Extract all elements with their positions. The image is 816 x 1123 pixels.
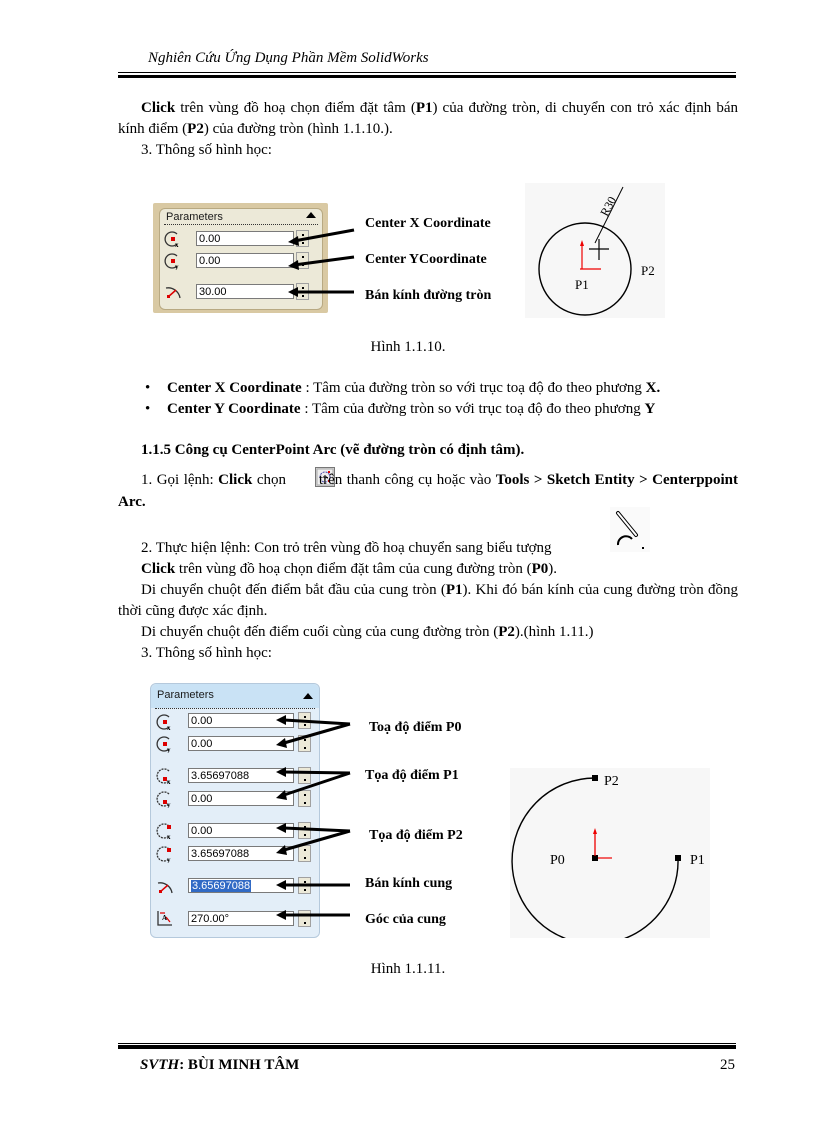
bold-click: Click	[141, 100, 176, 116]
endpoint-p1	[675, 855, 681, 861]
arrow-center-x	[293, 228, 355, 243]
bold-click: Click	[218, 472, 253, 488]
text: ).	[548, 561, 557, 577]
bold-p0: P0	[531, 561, 549, 577]
center-y-icon: y	[156, 736, 171, 753]
bold-p1: P1	[415, 100, 433, 116]
bullet-term: Center X Coordinate	[167, 380, 302, 396]
footer-author: SVTH: BÙI MINH TÂM	[140, 1057, 299, 1074]
text: trên thanh công cụ hoặc vào	[314, 472, 496, 488]
svg-text:x: x	[167, 833, 171, 840]
label-p1: P1	[690, 853, 705, 868]
start-y-icon: y	[156, 791, 171, 808]
label-p2: P2	[604, 774, 619, 789]
label-arc-radius: Bán kính cung	[365, 876, 453, 891]
center-y-icon: y	[164, 253, 179, 270]
svg-text:y: y	[175, 263, 179, 270]
bullet-text: : Tâm của đường tròn so với trục toạ độ …	[300, 401, 645, 417]
text: ) của đường tròn (hình 1.1.10.).	[203, 121, 393, 137]
bold-click: Click	[141, 561, 176, 577]
svg-text:y: y	[167, 856, 171, 863]
bullet-text: : Tâm của đường tròn so với trục toạ độ …	[301, 380, 646, 396]
bullet-item: Center X Coordinate : Tâm của đường tròn…	[145, 378, 745, 399]
geometry-heading-2: 3. Thông số hình học:	[141, 645, 272, 661]
bold-p1: P1	[445, 582, 463, 598]
bullet-axis: Y	[644, 401, 656, 417]
figure-caption-1-1-11: Hình 1.1.11.	[370, 961, 446, 977]
start-x-icon: x	[156, 768, 171, 785]
label-center-x: Center X Coordinate	[365, 216, 491, 231]
text: trên vùng đồ hoạ chọn điểm đặt tâm của c…	[175, 561, 532, 577]
svg-text:x: x	[175, 241, 179, 248]
pointer-arrows-fig1	[288, 228, 355, 297]
bullet-item: Center Y Coordinate : Tâm của đường tròn…	[145, 399, 745, 420]
centerpoint-arc-tool-button[interactable]	[292, 467, 336, 487]
text: chọn	[252, 472, 291, 488]
paragraph-click-circle: Click trên vùng đồ hoạ chọn điểm đặt tâm…	[118, 98, 738, 140]
text: Di chuyển chuột đến điểm bắt đầu của cun…	[141, 582, 446, 598]
circle-sketch: R30 P1 P2	[525, 183, 665, 318]
svg-text:y: y	[167, 746, 171, 753]
arc-sketch: P0 P1 P2	[510, 768, 710, 938]
label-p0-coords: Toạ độ điểm P0	[369, 720, 462, 735]
text: trên vùng đồ hoạ chọn điểm đặt tâm (	[175, 100, 416, 116]
step2-text: 2. Thực hiện lệnh: Con trỏ trên vùng đồ …	[141, 540, 552, 556]
text: ).(hình 1.11.)	[514, 624, 594, 640]
page-number: 25	[720, 1057, 735, 1073]
svg-text:x: x	[167, 778, 171, 785]
end-y-icon: y	[156, 846, 171, 863]
svth-label: SVTH	[140, 1057, 180, 1073]
text: Di chuyển chuột đến điểm cuối cùng của c…	[141, 624, 499, 640]
arrowhead	[288, 260, 299, 270]
bullet-term: Center Y Coordinate	[167, 401, 301, 417]
panel-title: Parameters	[166, 211, 223, 223]
bullet-list: Center X Coordinate : Tâm của đường tròn…	[145, 378, 745, 420]
bold-p2: P2	[187, 121, 204, 137]
svg-text:x: x	[167, 724, 171, 731]
center-x-icon: x	[164, 231, 179, 248]
step3-paragraph: Di chuyển chuột đến điểm bắt đầu của cun…	[118, 580, 738, 622]
running-header-title: Nghiên Cứu Ứng Dụng Phần Mềm SolidWorks	[148, 50, 429, 66]
label-radius: Bán kính đường tròn	[365, 288, 492, 303]
arc-cursor-icon	[610, 507, 650, 552]
footer-rule	[118, 1043, 736, 1049]
label-p2-coords: Tọa độ điểm P2	[369, 828, 463, 843]
header-rule	[118, 72, 736, 78]
arrowhead	[288, 287, 298, 297]
label-p1-coords: Tọa độ điểm P1	[365, 768, 459, 783]
arrow-center-y	[293, 255, 355, 267]
bold-p2: P2	[498, 624, 515, 640]
end-x-icon: x	[156, 823, 171, 840]
endpoint-p2	[592, 775, 598, 781]
pointer-arrows-fig2	[276, 715, 351, 920]
step4-paragraph: Di chuyển chuột đến điểm cuối cùng của c…	[118, 622, 738, 643]
collapse-icon[interactable]	[306, 212, 316, 218]
svg-text:y: y	[167, 801, 171, 808]
center-x-icon: x	[156, 714, 171, 731]
label-p1: P1	[575, 277, 589, 292]
label-p0: P0	[550, 853, 565, 868]
label-center-y: Center YCoordinate	[365, 252, 487, 267]
label-arc-angle: Góc của cung	[365, 912, 446, 927]
angle-icon: A	[157, 911, 172, 926]
step2-click-paragraph: Click trên vùng đồ hoạ chọn điểm đặt tâm…	[118, 559, 738, 580]
sketch-background	[525, 183, 665, 318]
radius-icon	[165, 287, 181, 299]
sketch-background	[510, 768, 710, 938]
svg-text:A: A	[162, 914, 167, 922]
geometry-heading-1: 3. Thông số hình học:	[141, 142, 272, 158]
arrowhead	[288, 236, 299, 246]
figure-caption-1-1-10: Hình 1.1.10.	[370, 339, 446, 355]
label-p2: P2	[641, 263, 655, 278]
author-name: : BÙI MINH TÂM	[179, 1057, 300, 1073]
bullet-axis: X.	[645, 380, 661, 396]
text: 1. Gọi lệnh:	[141, 472, 219, 488]
selected-text: 3.65697088	[191, 880, 252, 892]
section-heading-1-1-5: 1.1.5 Công cụ CenterPoint Arc (vẽ đường …	[141, 442, 525, 458]
radius-icon	[157, 882, 173, 894]
